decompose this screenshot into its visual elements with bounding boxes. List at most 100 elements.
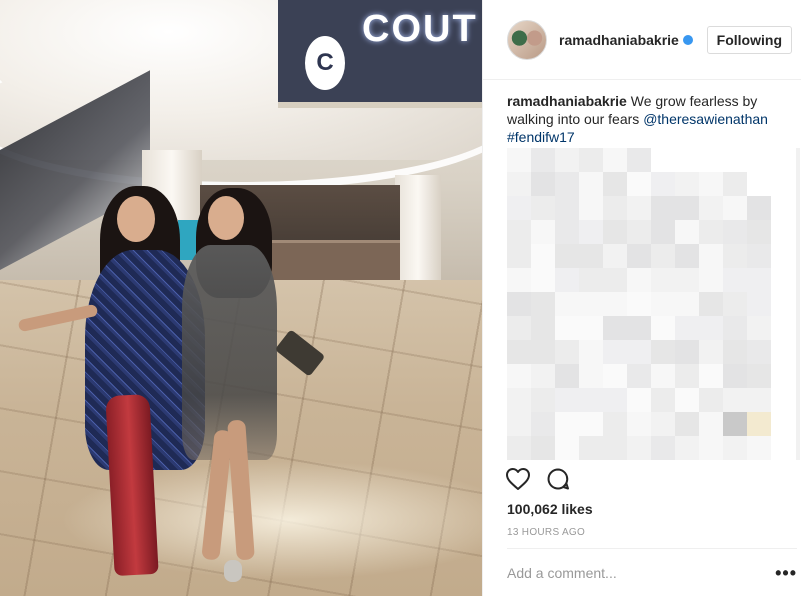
blurred-cell [555, 340, 579, 364]
blurred-cell [507, 268, 531, 292]
blurred-cell [723, 220, 747, 244]
blurred-cell [747, 340, 771, 364]
blurred-cell [723, 292, 747, 316]
blurred-cell [603, 244, 627, 268]
blurred-cell [675, 388, 699, 412]
comments-scrollbar[interactable] [796, 148, 800, 460]
caption-mention-link[interactable]: @theresawienathan [643, 111, 768, 127]
photo-store-logo: C [305, 36, 345, 90]
blurred-cell [723, 244, 747, 268]
blurred-cell [507, 244, 531, 268]
blurred-cell [579, 268, 603, 292]
post-photo[interactable]: C COUT [0, 0, 482, 596]
blurred-cell [651, 316, 675, 340]
blurred-cell [627, 412, 651, 436]
blurred-cell [531, 292, 555, 316]
blurred-cell [531, 148, 555, 172]
blurred-cell [699, 268, 723, 292]
blurred-cell [699, 244, 723, 268]
blurred-cell [531, 220, 555, 244]
post-caption: ramadhaniabakrie We grow fearless by wal… [507, 92, 777, 146]
blurred-cell [507, 220, 531, 244]
blurred-cell [627, 244, 651, 268]
blurred-cell [507, 436, 531, 460]
blurred-cell [507, 316, 531, 340]
blurred-cell [603, 436, 627, 460]
post-timestamp[interactable]: 13 HOURS AGO [507, 527, 585, 538]
blurred-cell [675, 292, 699, 316]
blurred-cell [723, 340, 747, 364]
blurred-cell [603, 172, 627, 196]
blurred-cell [603, 268, 627, 292]
blurred-cell [507, 388, 531, 412]
blurred-cell [675, 436, 699, 460]
blurred-cell [579, 244, 603, 268]
blurred-cell [555, 364, 579, 388]
following-button[interactable]: Following [706, 25, 792, 54]
header-username-text[interactable]: ramadhaniabakrie [559, 32, 679, 48]
blurred-cell [651, 292, 675, 316]
blurred-cell [531, 388, 555, 412]
verified-badge-icon [682, 34, 693, 45]
blurred-cell [579, 316, 603, 340]
photo-face [208, 196, 244, 240]
blurred-cell [579, 388, 603, 412]
blurred-cell [699, 196, 723, 220]
avatar[interactable] [507, 19, 547, 60]
blurred-cell [651, 220, 675, 244]
photo-face [117, 196, 155, 242]
blurred-cell [699, 412, 723, 436]
blurred-cell [603, 316, 627, 340]
blurred-cell [579, 196, 603, 220]
blurred-cell [651, 244, 675, 268]
blurred-cell [507, 364, 531, 388]
blurred-cell [651, 268, 675, 292]
comment-button[interactable] [545, 466, 571, 492]
blurred-cell [531, 412, 555, 436]
blurred-cell [555, 412, 579, 436]
blurred-cell [531, 268, 555, 292]
comment-bar: ••• [507, 548, 797, 596]
blurred-cell [723, 412, 747, 436]
blurred-cell [747, 388, 771, 412]
blurred-cell [603, 148, 627, 172]
blurred-cell [627, 364, 651, 388]
blurred-cell [579, 148, 603, 172]
blurred-cell [603, 340, 627, 364]
comment-icon [547, 468, 569, 490]
blurred-cell [507, 292, 531, 316]
blurred-cell [699, 220, 723, 244]
like-button[interactable] [505, 466, 531, 492]
blurred-cell [651, 364, 675, 388]
photo-store-text: COUT [362, 8, 478, 50]
blurred-cell [603, 388, 627, 412]
blurred-cell [627, 196, 651, 220]
blurred-cell [579, 340, 603, 364]
blurred-cell [747, 268, 771, 292]
blurred-cell [723, 388, 747, 412]
blurred-cell [627, 436, 651, 460]
blurred-cell [531, 364, 555, 388]
photo-shoe [224, 560, 242, 582]
more-options-icon[interactable]: ••• [775, 564, 797, 582]
post-header: ramadhaniabakrie Following [483, 0, 801, 80]
blurred-cell [603, 412, 627, 436]
likes-count[interactable]: 100,062 likes [507, 501, 593, 517]
blurred-cell [531, 316, 555, 340]
blurred-cell [555, 172, 579, 196]
blurred-comments [507, 148, 771, 460]
blurred-cell [579, 436, 603, 460]
blurred-cell [555, 220, 579, 244]
heart-icon [506, 468, 530, 490]
blurred-cell [675, 244, 699, 268]
blurred-cell [555, 196, 579, 220]
blurred-cell [555, 436, 579, 460]
comment-input[interactable] [507, 564, 768, 581]
caption-hashtag-link[interactable]: #fendifw17 [507, 129, 575, 145]
blurred-cell [507, 148, 531, 172]
caption-username[interactable]: ramadhaniabakrie [507, 93, 627, 109]
blurred-cell [603, 220, 627, 244]
blurred-cell [723, 172, 747, 196]
blurred-cell [699, 364, 723, 388]
header-username[interactable]: ramadhaniabakrie [559, 32, 693, 48]
